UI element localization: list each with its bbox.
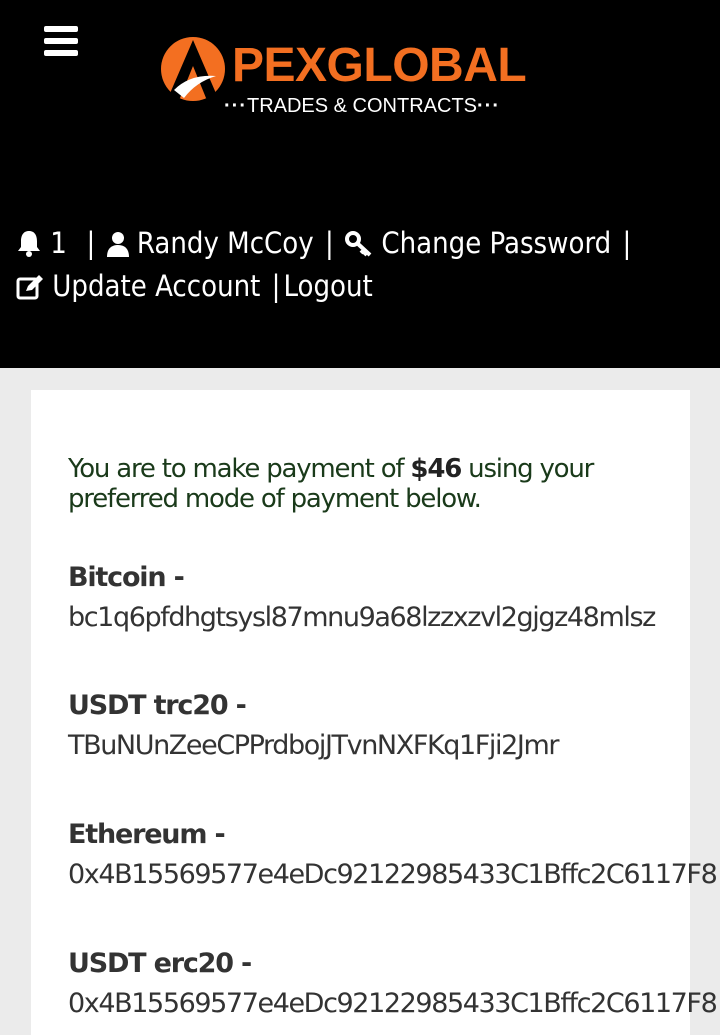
logout-link[interactable]: Logout	[283, 269, 372, 303]
notifications-link[interactable]: 1	[16, 226, 75, 260]
wallet-address[interactable]: 0x4B15569577e4eDc92122985433C1Bffc2C6117…	[68, 855, 718, 895]
update-account-label: Update Account	[52, 269, 261, 303]
wallet-label: Ethereum -	[68, 819, 226, 850]
payment-instructions: You are to make payment of $46 using you…	[68, 454, 658, 514]
site-header: PEXGLOBAL ···TRADES & CONTRACTS··· 1 | R…	[0, 0, 720, 368]
payment-card: You are to make payment of $46 using you…	[31, 390, 718, 1035]
nav-separator: |	[324, 226, 334, 260]
wallet-address[interactable]: 0x4B15569577e4eDc92122985433C1Bffc2C6117…	[68, 984, 718, 1024]
wallet-address[interactable]: TBuNUnZeeCPPrdbojJTvnNXFKq1Fji2Jmr	[68, 726, 708, 766]
logo-tagline: ···TRADES & CONTRACTS···	[224, 95, 500, 117]
nav-separator: |	[622, 226, 632, 260]
user-name: Randy McCoy	[136, 226, 314, 260]
site-logo[interactable]: PEXGLOBAL ···TRADES & CONTRACTS···	[160, 30, 540, 120]
payment-amount: $46	[410, 454, 462, 484]
key-icon	[345, 231, 372, 257]
user-nav: 1 | Randy McCoy | Change Password | Upda…	[16, 222, 716, 308]
wallet-label: USDT erc20 -	[68, 948, 252, 979]
change-password-link[interactable]: Change Password	[337, 226, 620, 260]
edit-icon	[16, 275, 43, 300]
menu-icon[interactable]	[44, 26, 78, 56]
nav-separator: |	[271, 269, 281, 303]
bell-icon	[18, 231, 40, 257]
logo-wordmark: PEXGLOBAL	[232, 39, 527, 92]
wallet-label: Bitcoin -	[68, 562, 185, 593]
intro-text-before: You are to make payment of	[68, 454, 411, 484]
change-password-label: Change Password	[381, 226, 612, 260]
update-account-link[interactable]: Update Account	[16, 269, 269, 303]
wallet-label: USDT trc20 -	[68, 690, 247, 721]
user-icon	[106, 232, 129, 257]
wallet-usdt-erc20: USDT erc20 - 0x4B15569577e4eDc9212298543…	[68, 944, 718, 1024]
logo-tagline-text: TRADES & CONTRACTS	[246, 95, 478, 117]
wallet-address[interactable]: bc1q6pfdhgtsysl87mnu9a68lzzxzvl2gjgz48ml…	[68, 598, 708, 638]
wallet-usdt-trc20: USDT trc20 - TBuNUnZeeCPPrdbojJTvnNXFKq1…	[68, 686, 708, 766]
logo-a-icon	[161, 37, 225, 101]
wallet-bitcoin: Bitcoin - bc1q6pfdhgtsysl87mnu9a68lzzxzv…	[68, 558, 708, 638]
notification-count: 1	[50, 226, 67, 260]
nav-separator: |	[78, 226, 96, 260]
wallet-ethereum: Ethereum - 0x4B15569577e4eDc92122985433C…	[68, 815, 718, 895]
profile-link[interactable]: Randy McCoy	[98, 226, 322, 260]
